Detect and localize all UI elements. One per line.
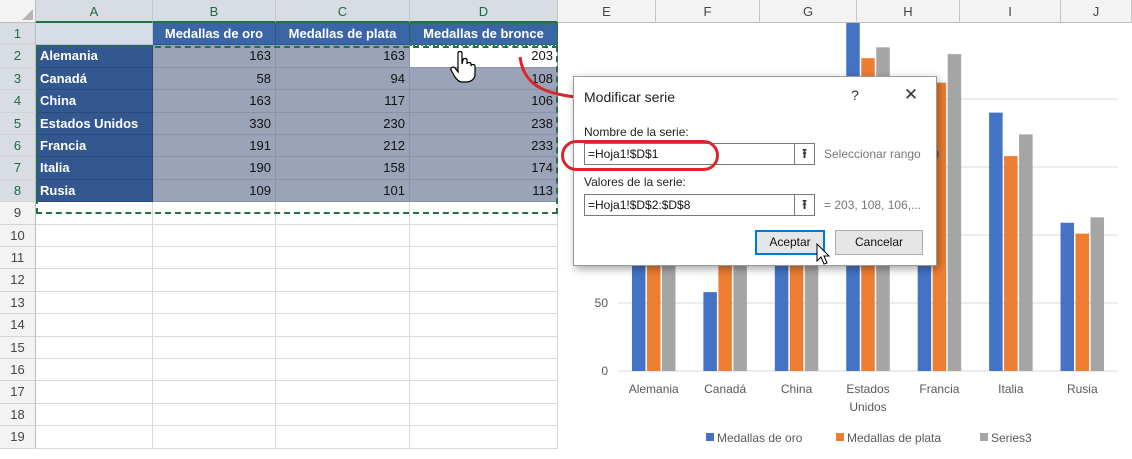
aceptar-button[interactable]: Aceptar [755,230,825,255]
series-name-field[interactable]: =Hoja1!$D$1 [584,143,795,165]
series-values-preview: = 203, 108, 106,... [824,198,922,212]
close-icon[interactable]: ✕ [900,85,922,105]
hand-cursor-icon [450,50,476,83]
series-name-label: Nombre de la serie: [584,125,689,139]
annotation-overlay [518,56,630,142]
range-select-icon[interactable]: ⭱ [795,194,815,216]
series-values-label: Valores de la serie: [584,175,686,189]
mouse-pointer-icon [816,243,831,265]
help-icon[interactable]: ? [846,87,864,103]
dialog-title: Modificar serie [584,89,676,105]
cancelar-button[interactable]: Cancelar [835,230,923,255]
modificar-serie-dialog: Modificar serie ? ✕ Nombre de la serie: … [573,76,937,266]
series-values-field[interactable]: =Hoja1!$D$2:$D$8 [584,194,795,216]
series-name-hint: Seleccionar rango [824,147,921,161]
range-select-icon[interactable]: ⭱ [795,143,815,165]
